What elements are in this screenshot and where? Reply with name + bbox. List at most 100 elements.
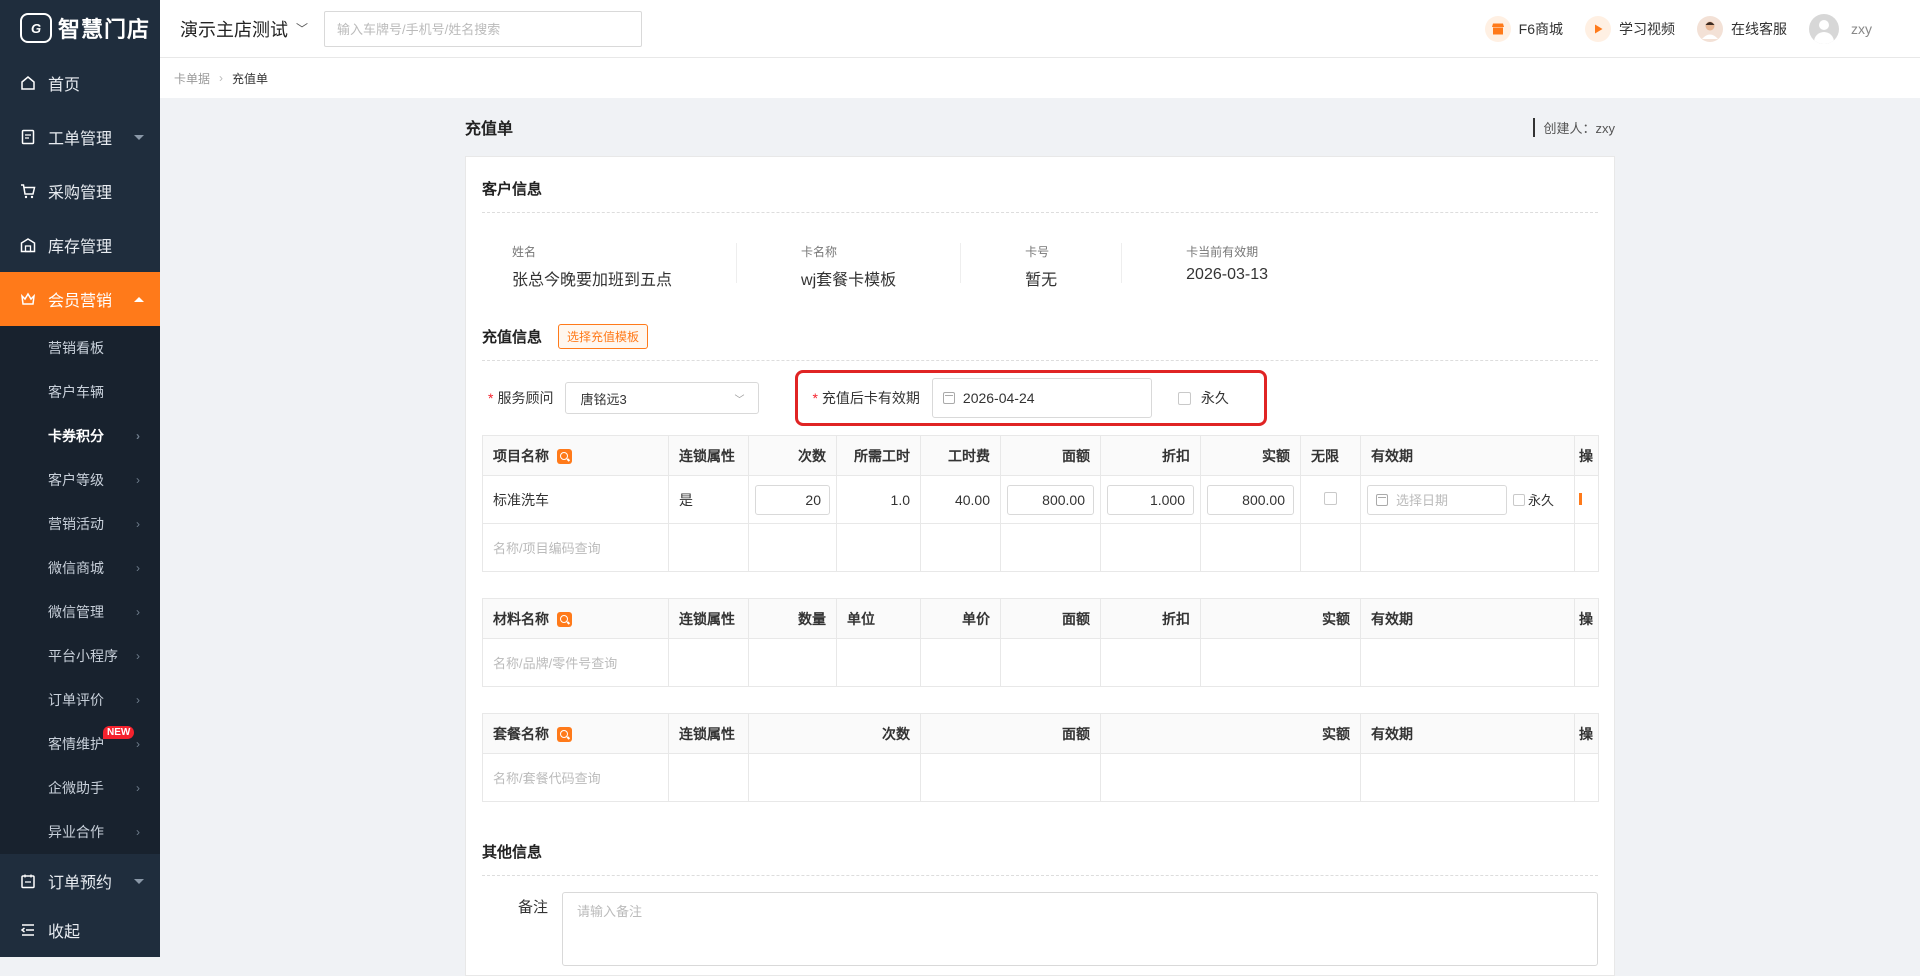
table-header: 面额: [920, 713, 1101, 754]
empty-cell: [668, 638, 749, 687]
global-search-input[interactable]: 输入车牌号/手机号/姓名搜索: [324, 10, 643, 47]
validity-forever-checkbox[interactable]: 永久: [1513, 490, 1554, 509]
package-search-cell[interactable]: 名称/套餐代码查询: [482, 753, 669, 802]
empty-cell: [668, 753, 749, 802]
workorder-icon: [20, 129, 36, 145]
validity-cell: 选择日期 永久: [1360, 475, 1575, 524]
chevron-right-icon: ›: [136, 429, 140, 443]
sub-item-dashboard[interactable]: 营销看板: [0, 326, 160, 370]
project-search-cell[interactable]: 名称/项目编码查询: [482, 523, 669, 572]
user-menu[interactable]: zxy: [1809, 13, 1872, 44]
sub-item-levels[interactable]: 客户等级 ›: [0, 458, 160, 502]
recharge-form-row: * 服务顾问 唐铭远3 ﹀ * 充值后卡有效期 2026-04-24 永久: [482, 361, 1598, 435]
shop-link[interactable]: F6商城: [1484, 15, 1563, 42]
nav-item-workorder[interactable]: 工单管理: [0, 110, 160, 164]
validity-date-input[interactable]: 选择日期: [1367, 484, 1507, 515]
warehouse-icon: [20, 237, 36, 253]
support-link[interactable]: 在线客服: [1697, 15, 1787, 42]
cart-icon: [20, 183, 36, 199]
sub-item-wecom[interactable]: 企微助手 ›: [0, 766, 160, 810]
sub-item-cards[interactable]: 卡券积分 ›: [0, 414, 160, 458]
material-search-input[interactable]: 名称/品牌/零件号查询: [493, 656, 617, 671]
expiry-date-input[interactable]: 2026-04-24: [931, 378, 1152, 418]
sub-item-miniprogram[interactable]: 平台小程序 ›: [0, 634, 160, 678]
sub-item-wechat-manage[interactable]: 微信管理 ›: [0, 590, 160, 634]
date-placeholder: 选择日期: [1396, 493, 1449, 508]
sub-label: 订单评价: [48, 692, 104, 708]
user-name: zxy: [1851, 20, 1872, 37]
nav-item-purchase[interactable]: 采购管理: [0, 164, 160, 218]
table-row: 名称/套餐代码查询: [482, 753, 1599, 802]
empty-cell: [668, 523, 749, 572]
empty-cell: [748, 523, 837, 572]
caret-down-icon: [134, 135, 144, 140]
empty-cell: [1000, 638, 1101, 687]
empty-cell: [1100, 753, 1361, 802]
face-input[interactable]: 800.00: [1007, 484, 1094, 515]
empty-cell: [1200, 523, 1301, 572]
table-header: 数量: [748, 598, 837, 639]
nav-label: 库存管理: [48, 239, 113, 256]
customer-name-field: 姓名 张总今晚要加班到五点: [512, 243, 738, 289]
sub-item-reviews[interactable]: 订单评价 ›: [0, 678, 160, 722]
sub-item-vehicles[interactable]: 客户车辆: [0, 370, 160, 414]
material-search-cell[interactable]: 名称/品牌/零件号查询: [482, 638, 669, 687]
breadcrumb-parent[interactable]: 卡单据: [174, 70, 210, 87]
remark-label: 备注: [517, 899, 548, 916]
forever-checkbox[interactable]: 永久: [1177, 388, 1229, 408]
field-value: 2026-03-13: [1186, 266, 1268, 283]
select-template-button[interactable]: 选择充值模板: [558, 324, 649, 349]
calendar-icon: [20, 873, 36, 889]
advisor-select[interactable]: 唐铭远3 ﹀: [565, 382, 760, 414]
sub-item-partnership[interactable]: 异业合作 ›: [0, 810, 160, 854]
video-link[interactable]: 学习视频: [1585, 15, 1675, 42]
nav-item-booking[interactable]: 订单预约: [0, 854, 160, 908]
sub-label: 营销活动: [48, 516, 104, 532]
actual-cell: 800.00: [1200, 475, 1301, 524]
nav-label: 会员营销: [48, 293, 113, 310]
card-name-field: 卡名称 wj套餐卡模板: [801, 243, 962, 289]
table-header: 单价: [920, 598, 1001, 639]
store-switcher[interactable]: 演示主店测试 ﹀: [180, 16, 308, 42]
remark-textarea[interactable]: 请输入备注: [562, 892, 1598, 966]
project-table: 项目名称 连锁属性 次数 所需工时 工时费 面额 折扣 实额 无限 有效期 操 …: [482, 435, 1599, 572]
search-icon[interactable]: [557, 448, 572, 464]
nav-item-home[interactable]: 首页: [0, 56, 160, 110]
caret-up-icon: [134, 297, 144, 302]
search-icon[interactable]: [557, 726, 572, 742]
unlimited-checkbox[interactable]: [1324, 491, 1337, 505]
header-text: 项目名称: [493, 447, 549, 464]
discount-input[interactable]: 1.000: [1107, 484, 1194, 515]
project-search-input[interactable]: 名称/项目编码查询: [493, 541, 601, 556]
table-row: 名称/品牌/零件号查询: [482, 638, 1599, 687]
customer-section-title: 客户信息: [482, 165, 1598, 213]
package-search-input[interactable]: 名称/套餐代码查询: [493, 771, 601, 786]
sub-item-wechat-mall[interactable]: 微信商城 ›: [0, 546, 160, 590]
remark-row: 备注 请输入备注: [482, 876, 1598, 966]
card-expiry-field: 卡当前有效期 2026-03-13: [1186, 243, 1332, 283]
support-label: 在线客服: [1731, 20, 1787, 37]
advisor-value: 唐铭远3: [580, 391, 627, 407]
table-row: 标准洗车 是 20 1.0 40.00 800.00 1.000 800.00 …: [482, 475, 1599, 524]
nav-item-collapse[interactable]: 收起: [0, 908, 160, 952]
chevron-right-icon: ›: [136, 561, 140, 575]
delete-icon[interactable]: [1579, 492, 1582, 505]
chevron-down-icon: ﹀: [296, 22, 309, 36]
nav-item-inventory[interactable]: 库存管理: [0, 218, 160, 272]
crown-icon: [20, 291, 36, 307]
table-header: 操: [1574, 598, 1599, 639]
logo[interactable]: G 智慧门店: [0, 0, 160, 56]
sub-label: 卡券积分: [48, 428, 104, 444]
count-input[interactable]: 20: [755, 484, 830, 515]
calendar-icon: [1376, 493, 1388, 506]
actual-input[interactable]: 800.00: [1207, 484, 1294, 515]
sidebar: G 智慧门店 首页 工单管理 采购管理 库存管理 会员营销 营销看板 客户车辆 …: [0, 0, 160, 957]
empty-cell: [836, 638, 921, 687]
expiry-label: 充值后卡有效期: [821, 390, 920, 406]
material-table: 材料名称 连锁属性 数量 单位 单价 面额 折扣 实额 有效期 操 名称/品牌/…: [482, 598, 1599, 687]
sub-item-activities[interactable]: 营销活动 ›: [0, 502, 160, 546]
nav-item-marketing[interactable]: 会员营销: [0, 272, 160, 326]
search-icon[interactable]: [557, 611, 572, 627]
empty-cell: [920, 523, 1001, 572]
sub-item-customer-care[interactable]: 客情维护 NEW ›: [0, 722, 160, 766]
